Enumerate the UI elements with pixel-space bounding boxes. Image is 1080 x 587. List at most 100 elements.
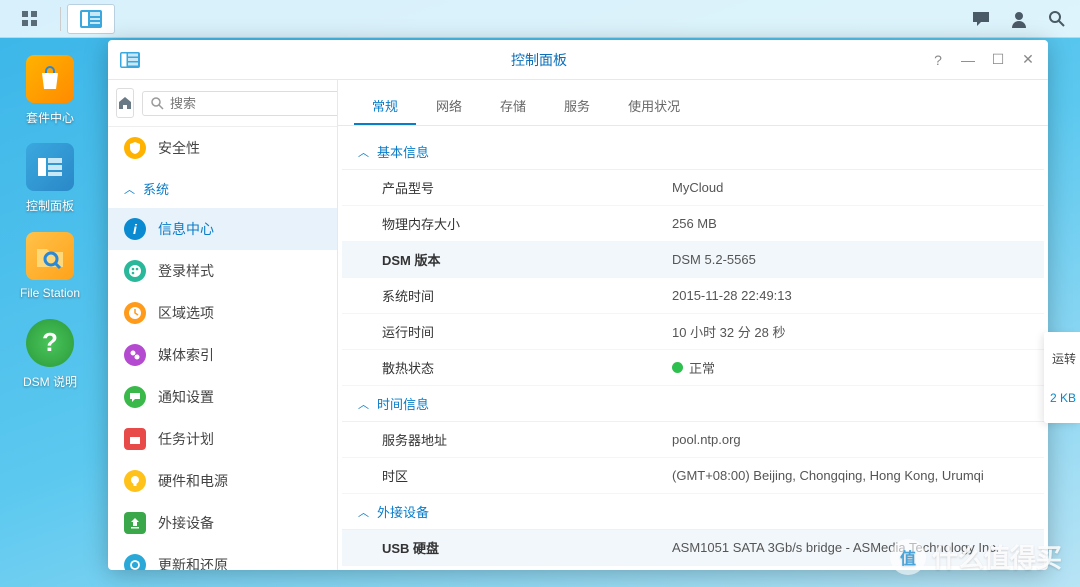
question-icon: ?: [42, 327, 58, 358]
shield-icon: [124, 137, 146, 159]
watermark: 值 什么值得买: [890, 538, 1062, 575]
section-basic-info[interactable]: ︿ 基本信息: [342, 134, 1044, 170]
info-value: 10 小时 32 分 28 秒: [672, 322, 785, 341]
info-value: (GMT+08:00) Beijing, Chongqing, Hong Kon…: [672, 468, 984, 483]
control-panel-icon: [80, 10, 102, 28]
window-minimize-button[interactable]: —: [960, 52, 976, 68]
sidebar-item-label: 区域选项: [158, 303, 214, 323]
section-title: 外接设备: [377, 502, 429, 521]
window-maximize-button[interactable]: ☐: [990, 52, 1006, 68]
sidebar-item-login-style[interactable]: 登录样式: [108, 250, 337, 292]
content-pane: 常规 网络 存储 服务 使用状况 ︿ 基本信息 产品型号MyCloud 物理内存…: [338, 80, 1048, 570]
info-row: DSM 版本DSM 5.2-5565: [342, 242, 1044, 278]
search-icon: [151, 97, 164, 110]
tab-general[interactable]: 常规: [354, 88, 416, 125]
sidebar-item-label: 更新和还原: [158, 555, 228, 570]
info-row: 运行时间10 小时 32 分 28 秒: [342, 314, 1044, 350]
chat-icon: [124, 386, 146, 408]
info-label: 服务器地址: [382, 430, 672, 449]
grid-icon: [21, 10, 39, 28]
sidebar-item-label: 外接设备: [158, 513, 214, 533]
desktop-icon-label: DSM 说明: [23, 373, 77, 390]
tab-service[interactable]: 服务: [546, 88, 608, 125]
chevron-up-icon: ︿: [124, 181, 135, 197]
clock-icon: [124, 302, 146, 324]
sidebar-item-label: 登录样式: [158, 261, 214, 281]
info-label: 物理内存大小: [382, 214, 672, 233]
sidebar-item-indexing[interactable]: 媒体索引: [108, 334, 337, 376]
speech-bubble-icon: [971, 10, 991, 28]
info-icon: i: [124, 218, 146, 240]
info-row: 产品型号MyCloud: [342, 170, 1044, 206]
info-row: 时区(GMT+08:00) Beijing, Chongqing, Hong K…: [342, 458, 1044, 494]
desktop-icon-dsm-help[interactable]: ? DSM 说明: [10, 314, 90, 394]
desktop-icon-package-center[interactable]: 套件中心: [10, 50, 90, 130]
widget-peek[interactable]: 运转 2 KB: [1044, 332, 1080, 423]
sidebar-item-label: 信息中心: [158, 219, 214, 239]
tab-storage[interactable]: 存储: [482, 88, 544, 125]
search-input[interactable]: [170, 96, 338, 111]
window-title: 控制面板: [148, 50, 930, 70]
info-row: 散热状态正常: [342, 350, 1044, 386]
info-label: 产品型号: [382, 178, 672, 197]
upload-icon: [124, 512, 146, 534]
taskbar: [0, 0, 1080, 38]
main-menu-button[interactable]: [6, 4, 54, 34]
sidebar-group-label: 系统: [143, 179, 169, 198]
sidebar-item-regional[interactable]: 区域选项: [108, 292, 337, 334]
sidebar-item-label: 通知设置: [158, 387, 214, 407]
desktop-icon-label: File Station: [20, 286, 80, 300]
status-dot-icon: [672, 362, 683, 373]
desktop-icon-control-panel[interactable]: 控制面板: [10, 138, 90, 218]
sidebar-item-task-scheduler[interactable]: 任务计划: [108, 418, 337, 460]
user-icon: [1010, 10, 1028, 28]
watermark-text: 什么值得买: [932, 538, 1062, 575]
desktop-icon-file-station[interactable]: File Station: [10, 226, 90, 306]
sliders-icon: [36, 156, 64, 178]
film-icon: [124, 344, 146, 366]
bulb-icon: [124, 470, 146, 492]
info-row: 系统时间2015-11-28 22:49:13: [342, 278, 1044, 314]
search-button[interactable]: [1038, 4, 1076, 34]
window-titlebar[interactable]: 控制面板 ? — ☐ ✕: [108, 40, 1048, 80]
tab-usage[interactable]: 使用状况: [610, 88, 698, 125]
info-value: 正常: [672, 358, 715, 377]
shopping-bag-icon: [36, 65, 64, 93]
chevron-up-icon: ︿: [358, 144, 369, 160]
info-label: 散热状态: [382, 358, 672, 377]
info-label: 系统时间: [382, 286, 672, 305]
sidebar-item-label: 安全性: [158, 138, 200, 158]
sidebar-item-update-restore[interactable]: 更新和还原: [108, 544, 337, 570]
info-value: 2015-11-28 22:49:13: [672, 288, 792, 303]
section-external-devices[interactable]: ︿ 外接设备: [342, 494, 1044, 530]
section-time-info[interactable]: ︿ 时间信息: [342, 386, 1044, 422]
search-box[interactable]: [142, 91, 338, 116]
refresh-icon: [124, 554, 146, 570]
info-row: 物理内存大小256 MB: [342, 206, 1044, 242]
taskbar-app-control-panel[interactable]: [67, 4, 115, 34]
home-icon: [117, 95, 133, 111]
info-value: DSM 5.2-5565: [672, 252, 756, 267]
separator: [60, 7, 61, 31]
sidebar-item-notification[interactable]: 通知设置: [108, 376, 337, 418]
section-title: 基本信息: [377, 142, 429, 161]
sidebar-item-external-devices[interactable]: 外接设备: [108, 502, 337, 544]
sidebar-item-label: 硬件和电源: [158, 471, 228, 491]
folder-search-icon: [35, 243, 65, 269]
window-close-button[interactable]: ✕: [1020, 52, 1036, 68]
sidebar-item-info-center[interactable]: i 信息中心: [108, 208, 337, 250]
sidebar-item-security[interactable]: 安全性: [108, 127, 337, 169]
sidebar-item-label: 任务计划: [158, 429, 214, 449]
notifications-button[interactable]: [962, 4, 1000, 34]
home-button[interactable]: [116, 88, 134, 118]
info-value: 256 MB: [672, 216, 717, 231]
sidebar-item-hardware-power[interactable]: 硬件和电源: [108, 460, 337, 502]
sidebar-group-system[interactable]: ︿ 系统: [108, 169, 337, 208]
tabs: 常规 网络 存储 服务 使用状况: [338, 80, 1048, 126]
desktop-icon-label: 套件中心: [26, 109, 74, 126]
content-scroll[interactable]: ︿ 基本信息 产品型号MyCloud 物理内存大小256 MB DSM 版本DS…: [338, 126, 1048, 570]
user-button[interactable]: [1000, 4, 1038, 34]
tab-network[interactable]: 网络: [418, 88, 480, 125]
window-help-button[interactable]: ?: [930, 52, 946, 68]
info-value: MyCloud: [672, 180, 723, 195]
